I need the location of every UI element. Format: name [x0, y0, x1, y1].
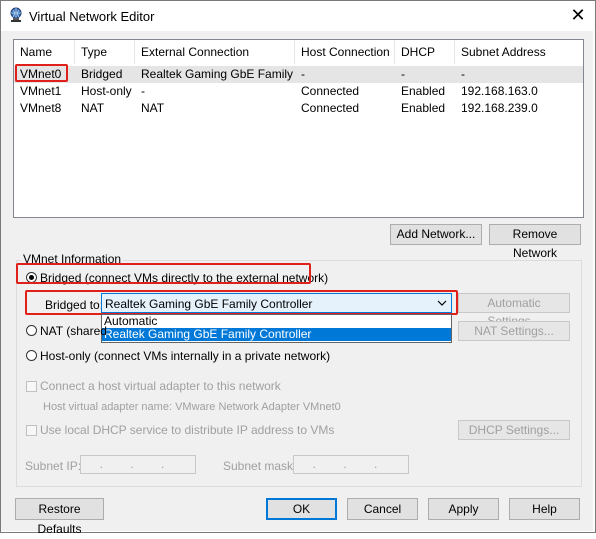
bridged-to-highlight-box: [25, 290, 458, 315]
cell-dhcp: -: [401, 67, 405, 81]
cell-type: Host-only: [81, 84, 132, 98]
use-dhcp-label[interactable]: Use local DHCP service to distribute IP …: [40, 423, 334, 437]
column-header-host-connection[interactable]: Host Connection: [295, 40, 395, 64]
cell-host-connection: Connected: [301, 84, 360, 98]
subnet-mask-field[interactable]: . . .: [293, 455, 409, 474]
bridged-highlight-box: [16, 263, 311, 284]
use-dhcp-checkbox[interactable]: [26, 425, 37, 436]
cell-name: VMnet1: [20, 84, 62, 98]
window-title: Virtual Network Editor: [29, 9, 155, 24]
column-header-dhcp[interactable]: DHCP: [395, 40, 455, 64]
cell-subnet-address: -: [461, 67, 465, 81]
subnet-mask-label: Subnet mask:: [223, 459, 297, 473]
table-row-vmnet8[interactable]: VMnet8 NAT NAT Connected Enabled 192.168…: [14, 100, 583, 117]
connect-adapter-label[interactable]: Connect a host virtual adapter to this n…: [40, 379, 281, 393]
cancel-button[interactable]: Cancel: [347, 498, 418, 520]
adapter-name-label: Host virtual adapter name: VMware Networ…: [43, 401, 341, 413]
subnet-ip-label: Subnet IP:: [25, 459, 82, 473]
dropdown-option-realtek[interactable]: Realtek Gaming GbE Family Controller: [102, 328, 451, 341]
cell-external-connection: NAT: [141, 101, 165, 115]
column-header-type[interactable]: Type: [75, 40, 135, 64]
nat-radio-label[interactable]: NAT (shared: [40, 324, 107, 338]
cell-subnet-address: 192.168.163.0: [461, 84, 538, 98]
restore-defaults-button[interactable]: Restore Defaults: [15, 498, 104, 536]
ok-button[interactable]: OK: [266, 498, 337, 520]
cell-host-connection: -: [301, 67, 305, 81]
host-only-radio[interactable]: [26, 350, 37, 361]
close-icon[interactable]: ✕: [567, 5, 589, 25]
cell-external-connection: Realtek Gaming GbE Family ...: [141, 67, 295, 81]
table-row-vmnet0[interactable]: VMnet0 Bridged Realtek Gaming GbE Family…: [14, 66, 583, 83]
cell-host-connection: Connected: [301, 101, 360, 115]
add-network-button[interactable]: Add Network...: [390, 224, 482, 245]
cell-dhcp: Enabled: [401, 84, 446, 98]
automatic-settings-button[interactable]: Automatic Settings...: [458, 293, 570, 328]
cell-dhcp: Enabled: [401, 101, 446, 115]
column-header-external-connection[interactable]: External Connection: [135, 40, 295, 64]
connect-adapter-checkbox[interactable]: [26, 381, 37, 392]
cell-name: VMnet8: [20, 101, 62, 115]
cell-type: NAT: [81, 101, 105, 115]
subnet-ip-field[interactable]: . . .: [80, 455, 196, 474]
title-bar: Virtual Network Editor ✕: [1, 1, 595, 31]
apply-button[interactable]: Apply: [428, 498, 499, 520]
virtual-network-editor-window: Virtual Network Editor ✕ Name Type Exter…: [0, 0, 596, 536]
column-header-name[interactable]: Name: [14, 40, 75, 64]
cell-type: Bridged: [81, 67, 123, 81]
cell-subnet-address: 192.168.239.0: [461, 101, 538, 115]
cell-external-connection: -: [141, 84, 145, 98]
host-only-radio-label[interactable]: Host-only (connect VMs internally in a p…: [40, 349, 330, 363]
bridged-to-dropdown-list[interactable]: Automatic Realtek Gaming GbE Family Cont…: [101, 314, 452, 343]
help-button[interactable]: Help: [509, 498, 580, 520]
table-row-vmnet1[interactable]: VMnet1 Host-only - Connected Enabled 192…: [14, 83, 583, 100]
dhcp-settings-button[interactable]: DHCP Settings...: [458, 420, 570, 440]
nat-settings-button[interactable]: NAT Settings...: [458, 321, 570, 341]
vmnet0-highlight-box: [15, 64, 68, 82]
nat-radio[interactable]: [26, 325, 37, 336]
column-header-subnet-address[interactable]: Subnet Address: [455, 40, 583, 64]
network-table[interactable]: Name Type External Connection Host Conne…: [13, 39, 584, 218]
remove-network-button[interactable]: Remove Network: [489, 224, 581, 260]
network-globe-icon: [8, 7, 24, 23]
